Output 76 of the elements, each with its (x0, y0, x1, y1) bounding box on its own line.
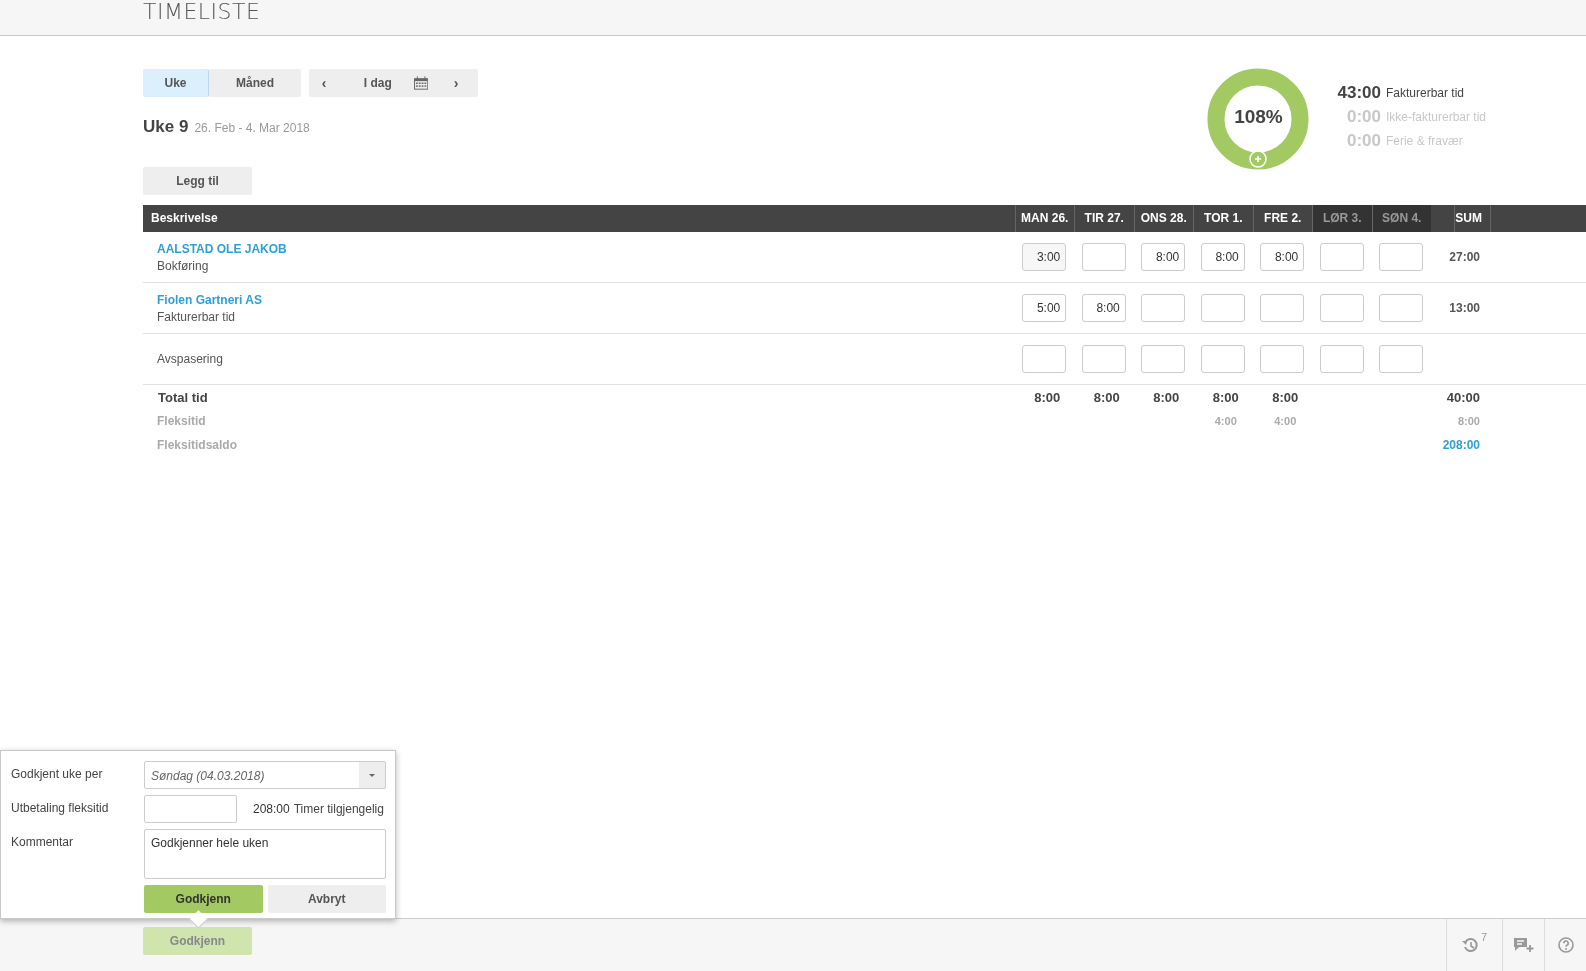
view-tab[interactable]: Uke (143, 69, 209, 97)
hours-input[interactable] (1319, 294, 1364, 322)
hours-input[interactable] (1200, 294, 1245, 322)
field-label: Utbetaling fleksitid (11, 800, 110, 815)
total-value: 8:00 (1092, 389, 1120, 405)
total-label: Fleksitid (157, 414, 207, 428)
week-range: 26. Feb - 4. Mar 2018 (194, 121, 310, 135)
help-icon[interactable] (1557, 937, 1574, 953)
today-button[interactable]: I dag (349, 69, 407, 97)
hours-input[interactable] (1141, 345, 1186, 373)
hours-input[interactable]: 8:00 (1260, 243, 1305, 271)
hours-input[interactable] (1379, 243, 1424, 271)
hours-input[interactable] (1260, 345, 1305, 373)
row-sum: 27:00 (1449, 250, 1480, 264)
column-header: TIR 27. (1074, 205, 1134, 232)
hours-note: Timer tilgjengelig (293, 802, 384, 816)
percent-value: 108% (1233, 106, 1284, 128)
total-value: 4:00 (1273, 415, 1297, 427)
total-sum: 8:00 (1457, 415, 1480, 427)
comment-field[interactable]: Godkjenner hele uken (144, 829, 386, 879)
column-header: MAN 26. (1014, 205, 1074, 232)
next-button[interactable]: › (434, 69, 478, 97)
field-label: Kommentar (11, 834, 75, 849)
comment-add-icon[interactable] (1513, 937, 1534, 953)
week-select[interactable]: Søndag (04.03.2018) (144, 761, 386, 789)
hours-input[interactable] (1319, 345, 1364, 373)
total-sum: 40:00 (1446, 389, 1480, 405)
activity-label: Bokføring (157, 258, 209, 273)
view-tab[interactable]: Måned (209, 69, 301, 97)
hours-input[interactable]: 8:00 (1200, 243, 1245, 271)
week-title: Uke 9 (143, 117, 189, 137)
hours-input[interactable]: 3:00 (1022, 243, 1067, 271)
activity-label: Fakturerbar tid (157, 309, 236, 324)
column-header: TOR 1. (1193, 205, 1253, 232)
add-button[interactable]: Legg til (143, 167, 252, 195)
hours-input[interactable]: 8:00 (1141, 243, 1186, 271)
total-label: Total tid (157, 389, 209, 405)
hours-input[interactable]: 5:00 (1022, 294, 1067, 322)
plus-icon[interactable] (1249, 150, 1268, 168)
stat-value: 43:00 (1337, 82, 1381, 104)
previous-button[interactable]: ‹ (309, 69, 340, 97)
stat-label: Fakturerbar tid (1385, 85, 1465, 102)
caret-icon (369, 774, 375, 777)
column-header: ONS 28. (1133, 205, 1193, 232)
hours-input[interactable] (1200, 345, 1245, 373)
total-value: 8:00 (1033, 389, 1061, 405)
row-label: Avspasering (157, 352, 223, 366)
hours-input[interactable] (1260, 294, 1305, 322)
payout-input[interactable] (144, 795, 237, 823)
column-header: LØR 3. (1312, 205, 1372, 232)
total-value: 4:00 (1213, 415, 1237, 427)
total-value: 8:00 (1211, 389, 1239, 405)
hours-input[interactable]: 8:00 (1081, 294, 1126, 322)
hours-input[interactable] (1081, 243, 1126, 271)
column-header: SØN 4. (1371, 205, 1431, 232)
history-icon[interactable] (1461, 937, 1478, 953)
approve-button[interactable]: Godkjenn (144, 885, 263, 913)
calendar-icon[interactable] (414, 76, 429, 90)
hours-input[interactable] (1379, 294, 1424, 322)
available-hours: 208:00 (253, 802, 290, 816)
total-sum: 208:00 (1442, 438, 1480, 452)
hours-input[interactable] (1141, 294, 1186, 322)
history-count: 7 (1480, 931, 1488, 943)
field-label: Godkjent uke per (11, 766, 104, 781)
hours-input[interactable] (1319, 243, 1364, 271)
total-value: 8:00 (1271, 389, 1299, 405)
row-sum: 13:00 (1449, 301, 1480, 315)
hours-input[interactable] (1379, 345, 1424, 373)
total-label: Fleksitidsaldo (157, 438, 239, 452)
page-title: TIMELISTE (143, 0, 261, 24)
cancel-button[interactable]: Avbryt (267, 885, 386, 913)
total-value: 8:00 (1152, 389, 1180, 405)
hours-input[interactable] (1022, 345, 1067, 373)
column-header: SUM (1454, 205, 1490, 232)
column-header: Beskrivelse (150, 210, 219, 227)
hours-input[interactable] (1081, 345, 1126, 373)
